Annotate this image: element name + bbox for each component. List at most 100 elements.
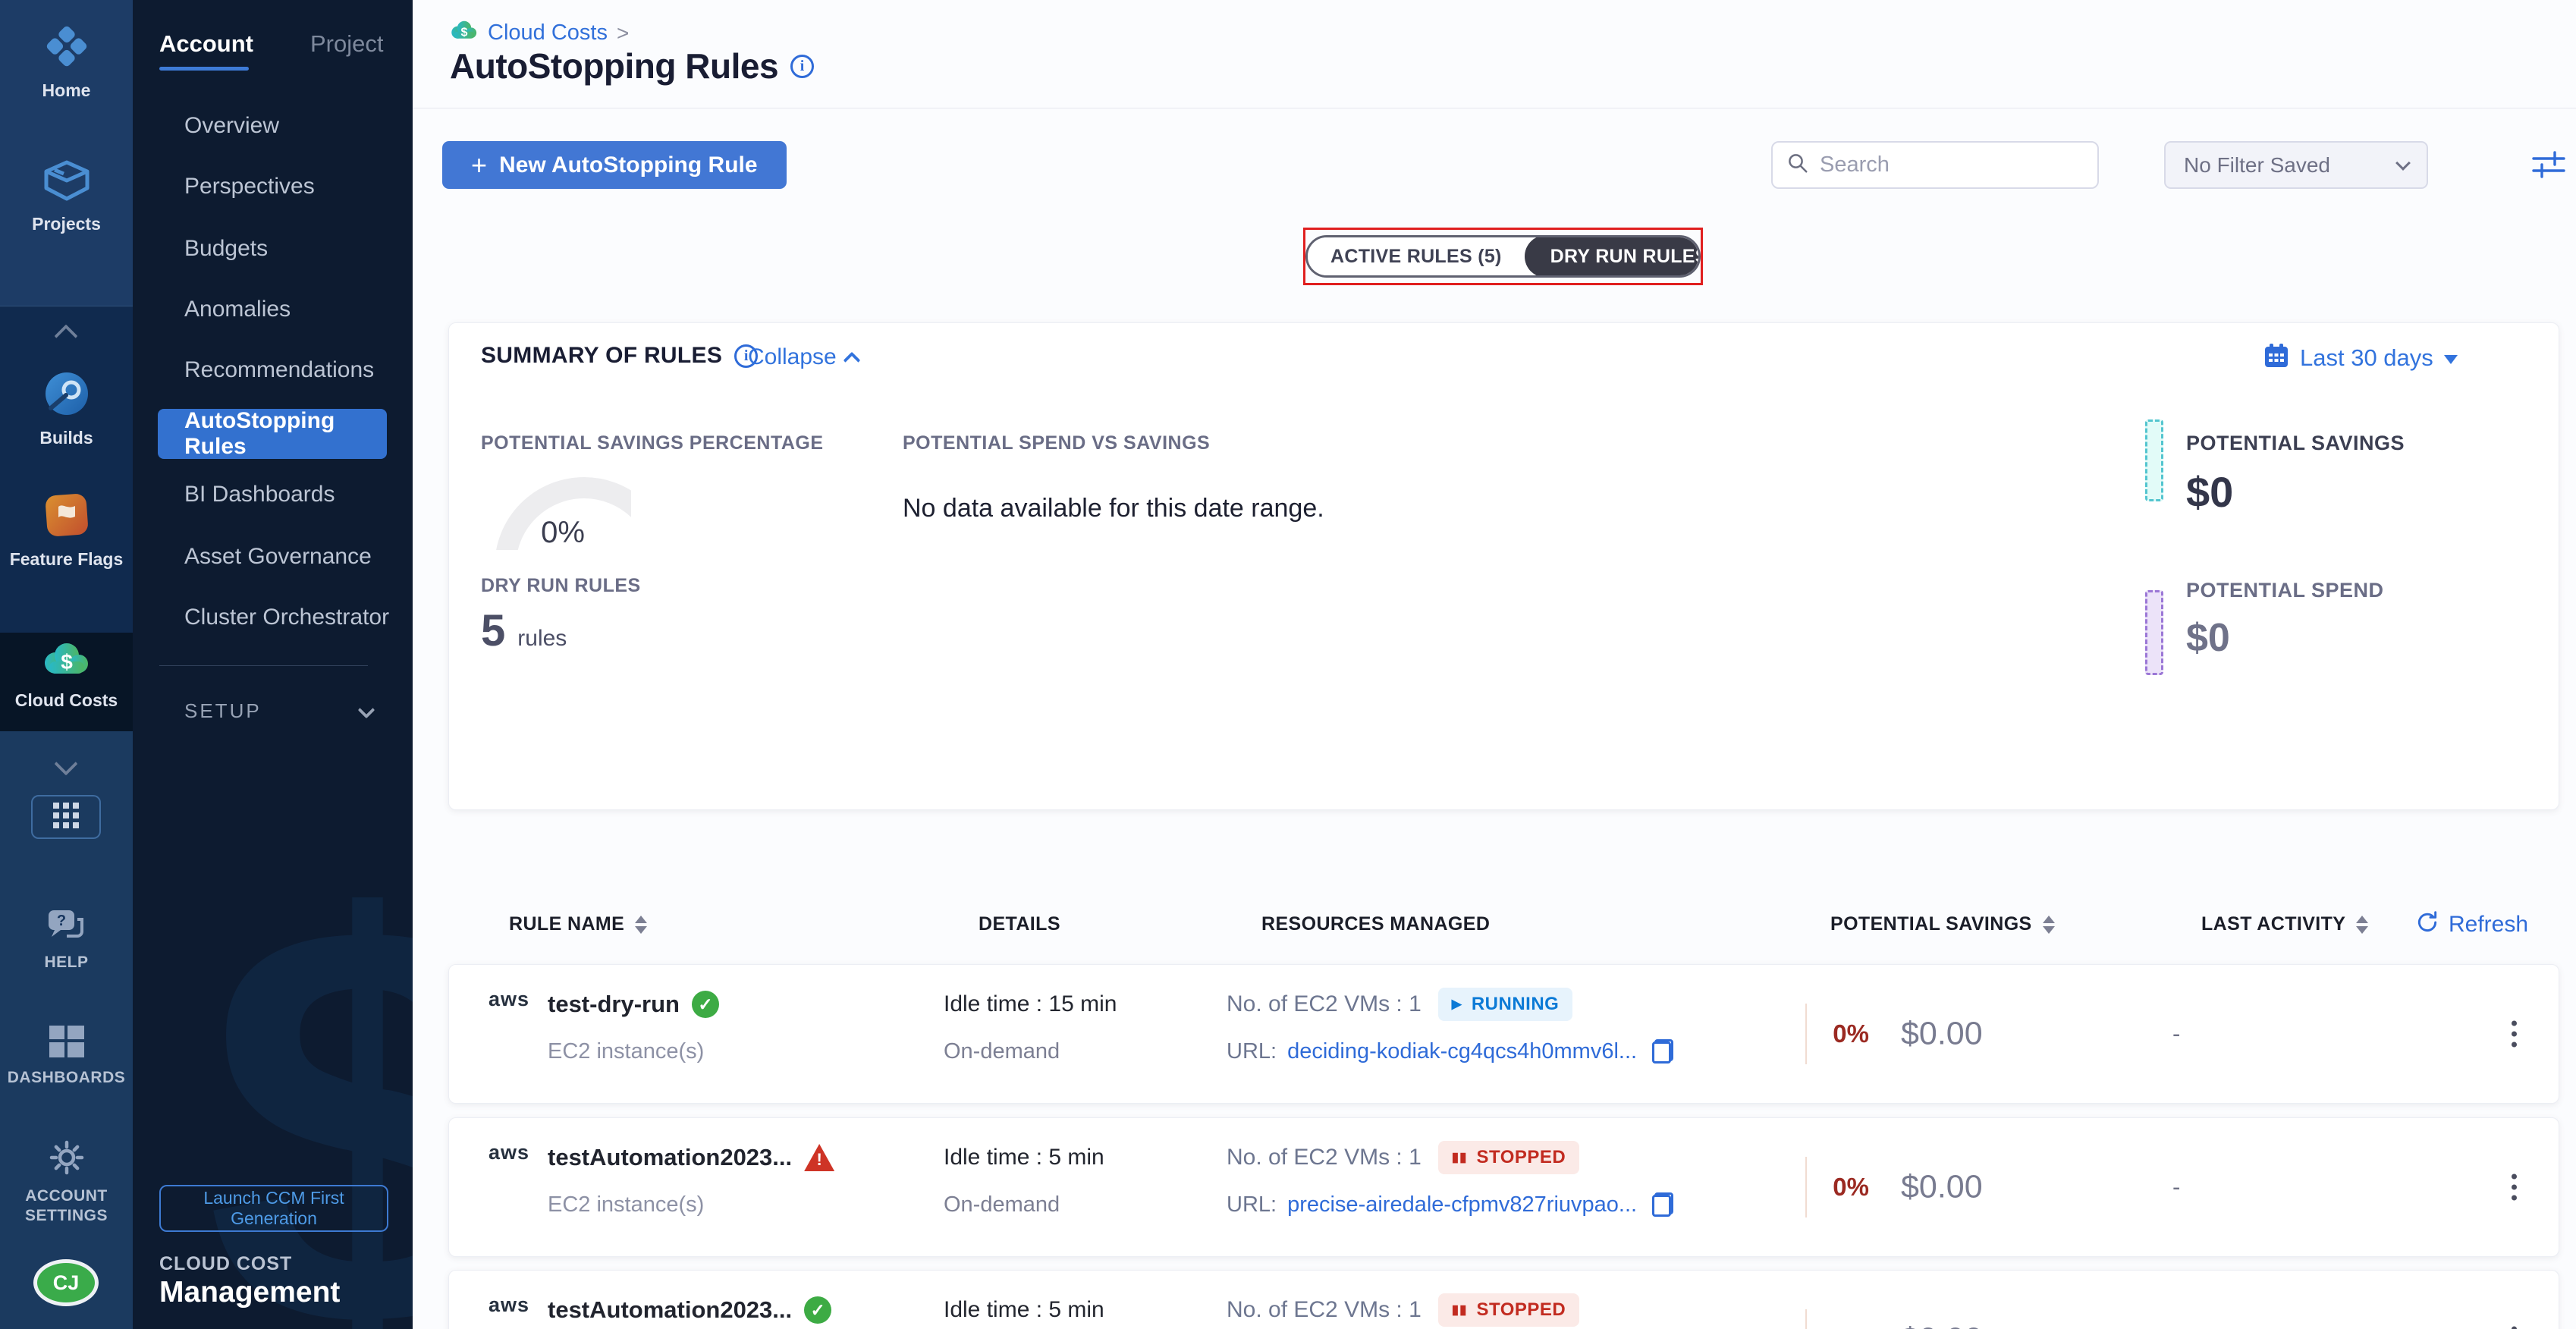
sidebar-item-home[interactable]: Home xyxy=(0,23,133,100)
tab-project[interactable]: Project xyxy=(310,30,383,58)
summary-of-rules-card: SUMMARY OF RULES Collapse Last 30 days xyxy=(448,322,2559,810)
launch-ccm-first-gen-button[interactable]: Launch CCM FirstGeneration xyxy=(159,1185,388,1232)
annotation-highlight-box: ACTIVE RULES (5) DRY RUN RULES (5) xyxy=(1303,228,1703,285)
rule-name[interactable]: testAutomation2023... xyxy=(548,1144,792,1171)
nav-item-bi-dashboards[interactable]: BI Dashboards xyxy=(184,481,335,508)
idle-time: Idle time : 5 min xyxy=(944,1138,1104,1177)
dashboards-icon xyxy=(49,1026,84,1061)
refresh-icon xyxy=(2415,910,2439,938)
app-root: Home Projects Builds xyxy=(0,0,2576,1329)
cloud-costs-icon: $ xyxy=(42,642,92,683)
chevron-up-icon xyxy=(843,352,860,369)
user-avatar[interactable]: CJ xyxy=(33,1259,99,1306)
savings-sparkline xyxy=(1805,1309,1807,1329)
potential-savings-label: POTENTIAL SAVINGS xyxy=(2186,432,2405,455)
brand-eyebrow: CLOUD COST xyxy=(159,1253,292,1275)
nav-item-budgets[interactable]: Budgets xyxy=(184,235,268,262)
dropdown-caret-icon xyxy=(2444,355,2458,364)
sidebar-item-label: Home xyxy=(42,80,91,100)
breadcrumb[interactable]: $ Cloud Costs > xyxy=(450,20,629,46)
sidebar-item-builds[interactable]: Builds xyxy=(0,370,133,448)
row-menu-kebab-icon[interactable] xyxy=(2497,1021,2530,1048)
apps-grid-icon xyxy=(53,803,79,832)
sort-icon[interactable] xyxy=(635,916,647,934)
sort-icon[interactable] xyxy=(2356,916,2368,934)
nav-item-autostopping-rules[interactable]: AutoStopping Rules xyxy=(158,409,387,459)
dry-run-rules-tab[interactable]: DRY RUN RULES (5) xyxy=(1525,235,1701,278)
chevron-down-icon[interactable] xyxy=(358,702,375,719)
col-potential-savings[interactable]: POTENTIAL SAVINGS xyxy=(1830,913,2055,935)
vm-count: No. of EC2 VMs : 1 xyxy=(1227,1145,1422,1170)
chevron-down-icon xyxy=(2395,156,2411,171)
refresh-button[interactable]: Refresh xyxy=(2415,910,2528,938)
active-rules-tab[interactable]: ACTIVE RULES (5) xyxy=(1308,237,1525,275)
title-info-icon[interactable] xyxy=(790,55,814,78)
row-menu-kebab-icon[interactable] xyxy=(2497,1174,2530,1201)
rule-url-link[interactable]: deciding-kodiak-cg4qcs4h0mmv6l... xyxy=(1287,1039,1637,1064)
rules-table-header: RULE NAME DETAILS RESOURCES MANAGED POTE… xyxy=(448,903,2559,951)
potential-savings-bar xyxy=(2145,419,2163,501)
new-autostopping-rule-button[interactable]: + New AutoStopping Rule xyxy=(442,141,787,189)
nav-item-perspectives[interactable]: Perspectives xyxy=(184,173,315,200)
main-content: $ Cloud Costs > AutoStopping Rules + New… xyxy=(413,0,2576,1329)
state-badge: ▮▮ STOPPED xyxy=(1438,1141,1579,1174)
state-badge: ▶ RUNNING xyxy=(1438,988,1573,1021)
collapse-link[interactable]: Collapse xyxy=(748,344,858,370)
nav-item-overview[interactable]: Overview xyxy=(184,112,279,140)
svg-text:$: $ xyxy=(461,25,468,39)
gear-icon xyxy=(49,1139,85,1180)
spend-vs-savings-label: POTENTIAL SPEND VS SAVINGS xyxy=(903,432,1210,454)
col-rule-name[interactable]: RULE NAME xyxy=(509,913,647,935)
module-apps-button[interactable] xyxy=(31,795,101,839)
aws-icon: aws xyxy=(479,1295,539,1315)
nav-item-anomalies[interactable]: Anomalies xyxy=(184,296,291,323)
saved-filter-dropdown[interactable]: No Filter Saved xyxy=(2164,141,2428,189)
rules-toggle: ACTIVE RULES (5) DRY RUN RULES (5) xyxy=(1305,235,1701,278)
rule-row[interactable]: aws testAutomation2023... ! EC2 instance… xyxy=(448,1117,2559,1257)
aws-icon: aws xyxy=(479,989,539,1009)
savings-percent: 0% xyxy=(1814,1020,1869,1048)
sidebar-item-dashboards[interactable]: DASHBOARDS xyxy=(0,1026,133,1088)
last-activity: - xyxy=(2172,1173,2180,1201)
sidebar-item-cloud-costs[interactable]: $ Cloud Costs xyxy=(0,642,133,710)
rule-row[interactable]: aws test-dry-run ✓ EC2 instance(s) Idle … xyxy=(448,964,2559,1104)
sidebar-item-account-settings[interactable]: ACCOUNT SETTINGS xyxy=(0,1139,133,1226)
rule-name[interactable]: test-dry-run xyxy=(548,991,680,1018)
copy-icon[interactable] xyxy=(1652,1192,1673,1217)
rule-name[interactable]: testAutomation2023... xyxy=(548,1296,792,1324)
nav-item-cluster-orchestrator[interactable]: Cluster Orchestrator xyxy=(184,604,389,631)
help-icon: ? xyxy=(47,907,86,946)
sort-icon[interactable] xyxy=(2043,916,2055,934)
nav-item-asset-governance[interactable]: Asset Governance xyxy=(184,543,372,570)
savings-percent: 0% xyxy=(1814,1325,1869,1329)
search-icon xyxy=(1786,152,1809,178)
nav-setup-toggle[interactable]: SETUP xyxy=(184,699,262,723)
nav-divider xyxy=(159,665,368,666)
fulfilment: On-demand xyxy=(944,1033,1060,1070)
date-range-dropdown[interactable]: Last 30 days xyxy=(2263,343,2458,372)
breadcrumb-link[interactable]: Cloud Costs xyxy=(488,20,608,46)
savings-amount: $0.00 xyxy=(1901,1016,1983,1053)
row-menu-kebab-icon[interactable] xyxy=(2497,1327,2530,1329)
savings-percent: 0% xyxy=(1814,1173,1869,1202)
idle-time: Idle time : 15 min xyxy=(944,985,1117,1024)
filter-panel-button[interactable] xyxy=(2530,149,2567,182)
rule-url-link[interactable]: precise-airedale-cfpmv827riuvpao... xyxy=(1287,1192,1637,1217)
col-last-activity[interactable]: LAST ACTIVITY xyxy=(2201,913,2368,935)
sidebar-item-projects[interactable]: Projects xyxy=(0,158,133,234)
sidebar-item-feature-flags[interactable]: Feature Flags xyxy=(0,492,133,569)
search-input[interactable] xyxy=(1820,152,2084,178)
warning-icon: ! xyxy=(804,1144,834,1171)
tab-active-underline xyxy=(159,67,249,71)
sidebar-item-help[interactable]: ? HELP xyxy=(0,907,133,972)
rule-type: EC2 instance(s) xyxy=(548,1033,704,1070)
nav-item-recommendations[interactable]: Recommendations xyxy=(184,357,374,384)
cloud-costs-icon: $ xyxy=(450,20,479,46)
page-title: AutoStopping Rules xyxy=(450,46,778,86)
builds-icon xyxy=(43,370,90,421)
rule-row[interactable]: aws testAutomation2023... ✓ Idle time : … xyxy=(448,1270,2559,1329)
date-range-value: Last 30 days xyxy=(2300,344,2433,372)
copy-icon[interactable] xyxy=(1652,1039,1673,1064)
home-icon xyxy=(42,23,91,74)
tab-account[interactable]: Account xyxy=(159,30,253,58)
